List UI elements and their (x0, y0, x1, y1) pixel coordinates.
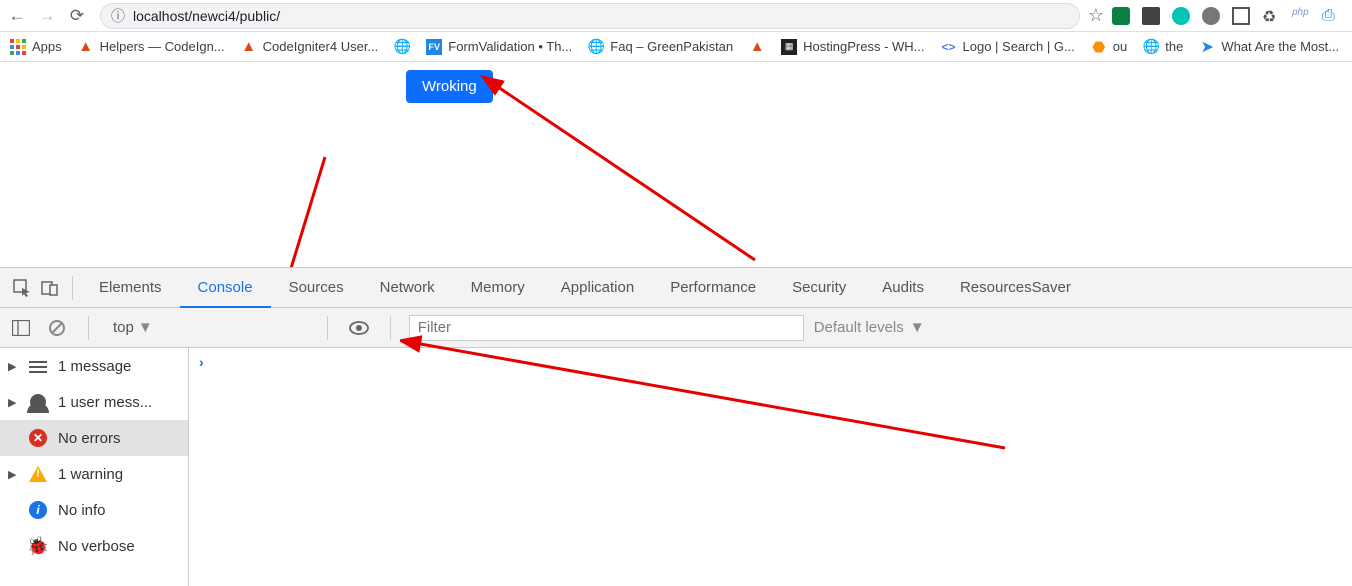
ext-icon-6[interactable]: ♻ (1262, 7, 1280, 25)
console-body: ▶ 1 message ▶ 1 user mess... ✕ No errors… (0, 348, 1352, 586)
warning-icon (28, 464, 48, 484)
devtools-panel: Elements Console Sources Network Memory … (0, 267, 1352, 586)
flame-icon: ▲ (241, 39, 257, 55)
chevron-down-icon: ▼ (138, 319, 153, 336)
ext-icon-5[interactable] (1232, 7, 1250, 25)
filter-input[interactable] (409, 315, 804, 341)
extension-icons: ♻ php ⎙ (1112, 7, 1346, 25)
tab-application[interactable]: Application (543, 268, 652, 308)
globe-icon: 🌐 (588, 39, 604, 55)
tab-network[interactable]: Network (362, 268, 453, 308)
bookmark-formvalidation[interactable]: FVFormValidation • Th... (426, 39, 572, 55)
bookmark-the[interactable]: 🌐the (1143, 39, 1183, 55)
fv-icon: FV (426, 39, 442, 55)
error-icon: ✕ (28, 428, 48, 448)
sidebar-item-warnings[interactable]: ▶ 1 warning (0, 456, 188, 492)
working-button[interactable]: Wroking (406, 70, 493, 103)
devtools-tab-bar: Elements Console Sources Network Memory … (0, 268, 1352, 308)
annotation-arrow-3 (400, 328, 1020, 458)
arrow-icon: ➤ (1199, 39, 1215, 55)
page-content: Wroking (0, 62, 1352, 267)
browser-nav-toolbar: ← → ⟳ ⓘ localhost/newci4/public/ ☆ ♻ php… (0, 0, 1352, 32)
ext-icon-3[interactable] (1172, 7, 1190, 25)
bookmark-helpers[interactable]: ▲Helpers — CodeIgn... (78, 39, 225, 55)
ext-icon-4[interactable] (1202, 7, 1220, 25)
console-sidebar: ▶ 1 message ▶ 1 user mess... ✕ No errors… (0, 348, 189, 586)
ext-icon-1[interactable] (1112, 7, 1130, 25)
inspect-element-icon[interactable] (8, 274, 36, 302)
gg-icon: <> (941, 39, 957, 55)
sidebar-item-verbose[interactable]: 🐞 No verbose (0, 528, 188, 564)
globe-icon: 🌐 (394, 39, 410, 55)
tab-performance[interactable]: Performance (652, 268, 774, 308)
tab-memory[interactable]: Memory (453, 268, 543, 308)
bookmark-flame-3[interactable]: ▲ (749, 39, 765, 55)
user-icon (28, 392, 48, 412)
log-levels-selector[interactable]: Default levels ▼ (814, 319, 925, 336)
info-icon: ⓘ (111, 6, 125, 26)
tab-console[interactable]: Console (180, 268, 271, 308)
ext-icon-7[interactable]: php (1292, 7, 1310, 25)
flame-icon: ▲ (749, 39, 765, 55)
info-icon: i (28, 500, 48, 520)
console-toolbar: top ▼ Default levels ▼ (0, 308, 1352, 348)
tab-security[interactable]: Security (774, 268, 864, 308)
caret-icon: ▶ (8, 396, 18, 409)
tab-sources[interactable]: Sources (271, 268, 362, 308)
caret-icon: ▶ (8, 360, 18, 373)
bookmarks-bar: Apps ▲Helpers — CodeIgn... ▲CodeIgniter4… (0, 32, 1352, 62)
flame-icon: ▲ (78, 39, 94, 55)
bookmark-whatare[interactable]: ➤What Are the Most... (1199, 39, 1339, 55)
bookmark-globe-1[interactable]: 🌐 (394, 39, 410, 55)
sidebar-item-user-messages[interactable]: ▶ 1 user mess... (0, 384, 188, 420)
forward-button[interactable]: → (36, 5, 58, 27)
bookmark-ci4[interactable]: ▲CodeIgniter4 User... (241, 39, 379, 55)
bookmark-logo-search[interactable]: <>Logo | Search | G... (941, 39, 1075, 55)
hp-icon: ▦ (781, 39, 797, 55)
context-selector[interactable]: top ▼ (107, 319, 159, 336)
bookmark-faq[interactable]: 🌐Faq – GreenPakistan (588, 39, 733, 55)
apps-label: Apps (32, 39, 62, 54)
bookmark-hostingpress[interactable]: ▦HostingPress - WH... (781, 39, 924, 55)
caret-icon: ▶ (8, 468, 18, 481)
sidebar-item-messages[interactable]: ▶ 1 message (0, 348, 188, 384)
sidebar-item-errors[interactable]: ✕ No errors (0, 420, 188, 456)
chevron-down-icon: ▼ (910, 319, 925, 336)
apps-button[interactable]: Apps (10, 39, 62, 55)
message-icon (28, 356, 48, 376)
sidebar-item-info[interactable]: i No info (0, 492, 188, 528)
device-toggle-icon[interactable] (36, 274, 64, 302)
globe-icon: 🌐 (1143, 39, 1159, 55)
tab-resources-saver[interactable]: ResourcesSaver (942, 268, 1089, 308)
live-expression-icon[interactable] (346, 315, 372, 341)
ext-icon-8[interactable]: ⎙ (1322, 7, 1340, 25)
clear-console-icon[interactable] (44, 315, 70, 341)
tab-elements[interactable]: Elements (81, 268, 180, 308)
back-button[interactable]: ← (6, 5, 28, 27)
address-bar[interactable]: ⓘ localhost/newci4/public/ (100, 3, 1080, 29)
bookmark-star-icon[interactable]: ☆ (1088, 5, 1104, 26)
cube-icon: ⬣ (1091, 39, 1107, 55)
annotation-arrow-1 (480, 70, 770, 270)
tab-audits[interactable]: Audits (864, 268, 942, 308)
reload-button[interactable]: ⟳ (66, 5, 88, 27)
console-output[interactable]: › (189, 348, 1352, 586)
url-text: localhost/newci4/public/ (133, 8, 280, 24)
console-prompt-icon: › (199, 354, 204, 370)
verbose-icon: 🐞 (28, 536, 48, 556)
bookmark-ou[interactable]: ⬣ou (1091, 39, 1127, 55)
ext-icon-2[interactable] (1142, 7, 1160, 25)
sidebar-toggle-icon[interactable] (8, 315, 34, 341)
